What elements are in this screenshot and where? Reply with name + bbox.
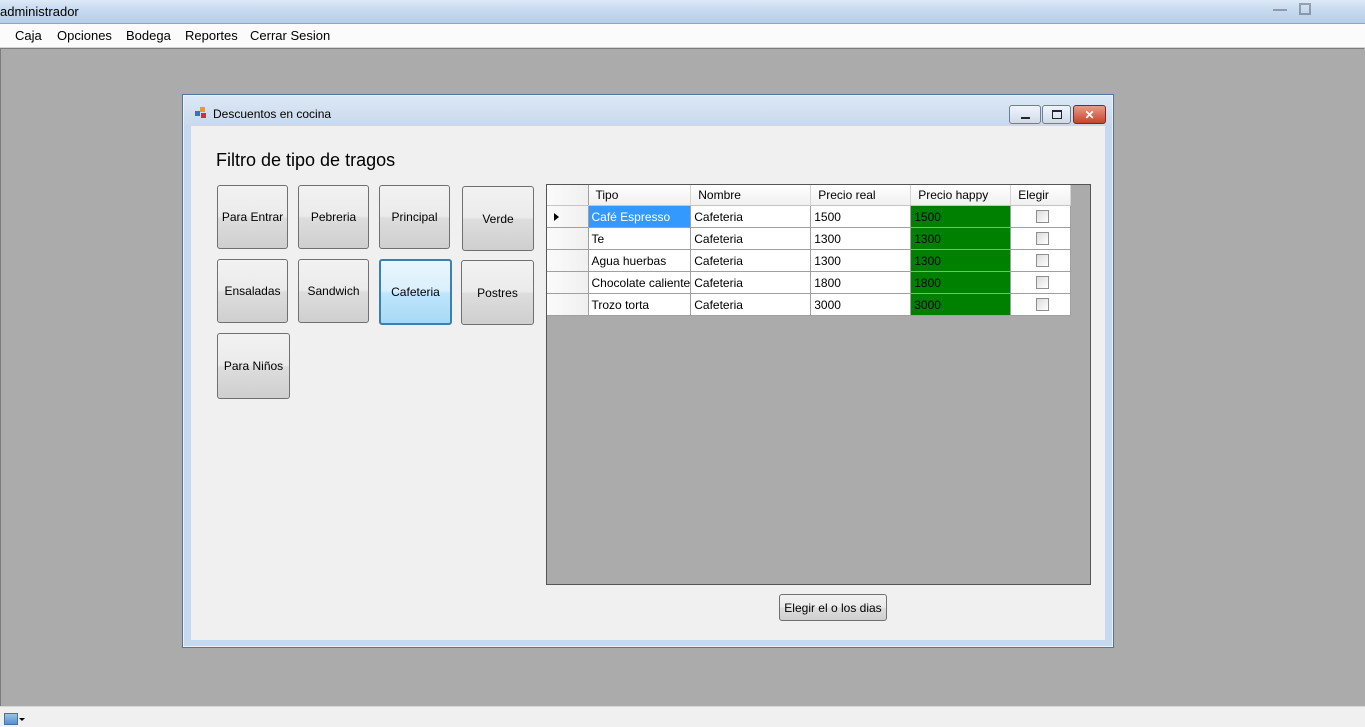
main-close-icon[interactable]	[1335, 3, 1349, 15]
category-postres-button[interactable]: Postres	[461, 260, 534, 325]
main-minimize-icon[interactable]	[1273, 3, 1287, 11]
column-header-precio-real[interactable]: Precio real	[810, 185, 912, 206]
cell-precio-happy[interactable]: 1800	[910, 271, 1012, 294]
table-row[interactable]: Te Cafeteria 1300 1300	[547, 227, 1072, 250]
minimize-button[interactable]	[1009, 105, 1041, 124]
current-row-arrow-icon	[554, 212, 559, 221]
cell-precio-real[interactable]: 1300	[810, 249, 912, 272]
dropdown-arrow-icon[interactable]	[19, 718, 25, 721]
cell-precio-happy[interactable]: 1500	[910, 205, 1012, 228]
elegir-checkbox[interactable]	[1035, 298, 1049, 311]
row-header[interactable]	[547, 227, 589, 250]
cell-elegir[interactable]	[1010, 205, 1072, 228]
category-ensaladas-button[interactable]: Ensaladas	[217, 259, 288, 323]
category-para-ninos-button[interactable]: Para Niños	[217, 333, 290, 399]
menu-caja[interactable]: Caja	[15, 28, 42, 43]
category-principal-button[interactable]: Principal	[379, 185, 450, 249]
cell-elegir[interactable]	[1010, 227, 1072, 250]
elegir-checkbox[interactable]	[1035, 232, 1049, 245]
elegir-checkbox[interactable]	[1035, 254, 1049, 267]
menu-reportes[interactable]: Reportes	[185, 28, 238, 43]
dialog-title-bar[interactable]: Descuentos en cocina ✕	[184, 96, 1112, 125]
table-row[interactable]: Chocolate caliente Cafeteria 1800 1800	[547, 271, 1072, 294]
cell-tipo[interactable]: Chocolate caliente	[588, 271, 692, 294]
column-header-elegir[interactable]: Elegir	[1010, 185, 1072, 206]
minimize-icon	[1010, 106, 1040, 123]
category-sandwich-button[interactable]: Sandwich	[298, 259, 369, 323]
menu-bar: Caja Opciones Bodega Reportes Cerrar Ses…	[0, 24, 1365, 48]
menu-bodega[interactable]: Bodega	[126, 28, 171, 43]
main-maximize-icon[interactable]	[1299, 3, 1311, 15]
grid-corner-header[interactable]	[547, 185, 589, 206]
cell-precio-happy[interactable]: 1300	[910, 227, 1012, 250]
cell-precio-real[interactable]: 3000	[810, 293, 912, 316]
table-row[interactable]: Café Espresso Cafeteria 1500 1500	[547, 205, 1072, 228]
dialog-title: Descuentos en cocina	[213, 107, 332, 121]
cell-precio-real[interactable]: 1300	[810, 227, 912, 250]
grid-header-row: Tipo Nombre Precio real Precio happy Ele…	[547, 185, 1072, 206]
cell-elegir[interactable]	[1010, 249, 1072, 272]
row-header[interactable]	[547, 205, 589, 228]
cell-tipo[interactable]: Agua huerbas	[588, 249, 692, 272]
cell-nombre[interactable]: Cafeteria	[690, 293, 812, 316]
cell-nombre[interactable]: Cafeteria	[690, 205, 812, 228]
status-bar	[0, 706, 1365, 727]
cell-precio-happy[interactable]: 3000	[910, 293, 1012, 316]
table-row[interactable]: Trozo torta Cafeteria 3000 3000	[547, 293, 1072, 316]
drinks-grid[interactable]: Tipo Nombre Precio real Precio happy Ele…	[546, 184, 1091, 585]
category-pebreria-button[interactable]: Pebreria	[298, 185, 369, 249]
row-header[interactable]	[547, 271, 589, 294]
category-verde-button[interactable]: Verde	[462, 186, 534, 251]
row-header[interactable]	[547, 249, 589, 272]
close-icon: ✕	[1084, 107, 1095, 122]
discounts-dialog: Descuentos en cocina ✕ Filtro de tipo de…	[182, 94, 1114, 648]
app-icon	[195, 107, 207, 118]
close-button[interactable]: ✕	[1073, 105, 1106, 124]
elegir-checkbox[interactable]	[1035, 210, 1049, 223]
cell-nombre[interactable]: Cafeteria	[690, 227, 812, 250]
maximize-icon	[1043, 106, 1070, 123]
filter-heading: Filtro de tipo de tragos	[216, 150, 396, 170]
cell-elegir[interactable]	[1010, 271, 1072, 294]
cell-nombre[interactable]: Cafeteria	[690, 249, 812, 272]
row-header[interactable]	[547, 293, 589, 316]
dialog-client-area: Filtro de tipo de tragos Para Entrar Peb…	[191, 126, 1105, 640]
image-icon[interactable]	[4, 713, 18, 725]
menu-opciones[interactable]: Opciones	[57, 28, 112, 43]
maximize-button[interactable]	[1042, 105, 1071, 124]
table-row[interactable]: Agua huerbas Cafeteria 1300 1300	[547, 249, 1072, 272]
category-para-entrar-button[interactable]: Para Entrar	[217, 185, 288, 249]
cell-tipo[interactable]: Café Espresso	[588, 205, 692, 228]
category-cafeteria-button[interactable]: Cafeteria	[379, 259, 452, 325]
cell-precio-happy[interactable]: 1300	[910, 249, 1012, 272]
cell-nombre[interactable]: Cafeteria	[690, 271, 812, 294]
cell-tipo[interactable]: Trozo torta	[588, 293, 692, 316]
cell-precio-real[interactable]: 1800	[810, 271, 912, 294]
menu-cerrar-sesion[interactable]: Cerrar Sesion	[250, 28, 330, 43]
window-title: administrador	[0, 4, 79, 19]
column-header-tipo[interactable]: Tipo	[588, 185, 692, 206]
choose-days-button[interactable]: Elegir el o los dias	[779, 594, 887, 621]
cell-elegir[interactable]	[1010, 293, 1072, 316]
cell-tipo[interactable]: Te	[588, 227, 692, 250]
main-title-bar: administrador	[0, 0, 1365, 24]
elegir-checkbox[interactable]	[1035, 276, 1049, 289]
column-header-nombre[interactable]: Nombre	[690, 185, 812, 206]
cell-precio-real[interactable]: 1500	[810, 205, 912, 228]
column-header-precio-happy[interactable]: Precio happy	[910, 185, 1012, 206]
